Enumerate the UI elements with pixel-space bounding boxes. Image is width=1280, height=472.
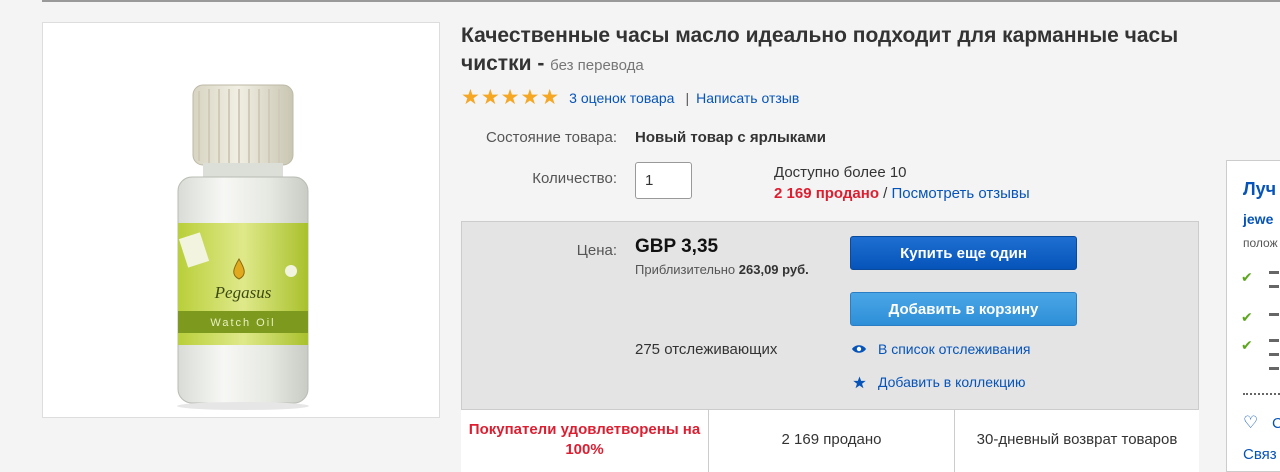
returns-cell: 30-дневный возврат товаров bbox=[976, 430, 1178, 448]
seller-point-3 bbox=[1269, 339, 1279, 342]
product-title-line2: чистки - без перевода bbox=[461, 50, 644, 80]
price-label: Цена: bbox=[576, 242, 617, 259]
add-to-cart-button[interactable]: Добавить в корзину bbox=[850, 292, 1077, 326]
eye-icon bbox=[852, 344, 866, 354]
sold-separator: / bbox=[878, 185, 892, 202]
seller-point-2 bbox=[1269, 313, 1279, 316]
heart-icon[interactable]: ♡ bbox=[1243, 413, 1258, 433]
seller-point-3c bbox=[1269, 367, 1279, 370]
product-title: Качественные часы масло идеально подходи… bbox=[461, 24, 1179, 47]
quantity-input[interactable] bbox=[635, 162, 692, 199]
rating-row: ★★★★★ 3 оценок товара | Написать отзыв bbox=[461, 86, 799, 110]
seller-feedback: полож bbox=[1243, 236, 1278, 250]
price-value: GBP 3,35 bbox=[635, 236, 719, 257]
availability-text: Доступно более 10 bbox=[774, 164, 907, 181]
rating-separator: | bbox=[685, 90, 690, 106]
watchlist-label: В список отслеживания bbox=[878, 341, 1031, 357]
dotted-divider bbox=[1243, 393, 1280, 395]
check-icon: ✔ bbox=[1241, 337, 1253, 353]
seller-point-1 bbox=[1269, 271, 1279, 274]
translation-note: без перевода bbox=[550, 57, 644, 74]
seller-point-1b bbox=[1269, 285, 1279, 288]
approx-value: 263,09 руб. bbox=[738, 262, 809, 277]
save-seller-link[interactable]: С bbox=[1272, 415, 1280, 432]
product-title-continuation: чистки - bbox=[461, 52, 551, 75]
seller-point-3b bbox=[1269, 353, 1279, 356]
sold-count: 2 169 продано bbox=[774, 185, 879, 202]
quantity-label: Количество: bbox=[532, 170, 617, 187]
buy-now-button[interactable]: Купить еще один bbox=[850, 236, 1077, 270]
seller-name-link[interactable]: jewe bbox=[1243, 211, 1273, 227]
top-divider bbox=[42, 0, 1280, 2]
star-icon bbox=[852, 376, 866, 389]
view-reviews-link[interactable]: Посмотреть отзывы bbox=[892, 185, 1030, 202]
satisfaction-cell: Покупатели удовлетворены на 100% bbox=[461, 410, 709, 472]
seller-panel: Луч jewe полож ✔ ✔ ✔ ♡ С Связ bbox=[1226, 160, 1280, 472]
sold-cell: 2 169 продано bbox=[709, 410, 955, 472]
check-icon: ✔ bbox=[1241, 309, 1253, 325]
trust-strip: Покупатели удовлетворены на 100% 2 169 п… bbox=[461, 409, 1199, 472]
add-to-collection-link[interactable]: Добавить в коллекцию bbox=[852, 374, 1025, 390]
contact-seller-link[interactable]: Связ bbox=[1243, 446, 1277, 463]
reviews-count-link[interactable]: 3 оценок товара bbox=[569, 90, 674, 106]
watchers-count: 275 отслеживающих bbox=[635, 341, 778, 358]
bottle-brand-text: Pegasus bbox=[214, 283, 272, 302]
seller-panel-heading: Луч bbox=[1243, 179, 1277, 199]
bottle-label-text: Watch Oil bbox=[210, 317, 275, 329]
collection-label: Добавить в коллекцию bbox=[878, 374, 1026, 390]
write-review-link[interactable]: Написать отзыв bbox=[696, 90, 799, 106]
sold-line: 2 169 продано / Посмотреть отзывы bbox=[774, 185, 1030, 202]
check-icon: ✔ bbox=[1241, 269, 1253, 285]
add-to-watchlist-link[interactable]: В список отслеживания bbox=[852, 341, 1031, 357]
approx-prefix: Приблизительно bbox=[635, 262, 739, 277]
star-rating-icon: ★★★★★ bbox=[461, 86, 561, 109]
watch-oil-bottle-image: Watch Oil Pegasus bbox=[177, 84, 309, 410]
approx-price: Приблизительно 263,09 руб. bbox=[635, 262, 809, 277]
product-image[interactable]: Watch Oil Pegasus bbox=[42, 22, 440, 418]
condition-label: Состояние товара: bbox=[485, 129, 617, 146]
condition-value: Новый товар с ярлыками bbox=[635, 129, 826, 146]
